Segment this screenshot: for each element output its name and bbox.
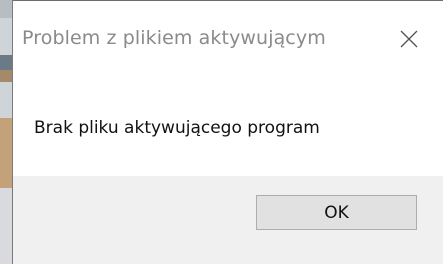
dialog-content: Brak pliku aktywującego program [13,75,443,175]
background-segment [0,55,12,71]
background-segment [0,118,12,188]
dialog-titlebar[interactable]: Problem z plikiem aktywującym [13,1,443,75]
ok-button[interactable]: OK [256,195,417,230]
dialog-title: Problem z plikiem aktywującym [22,27,326,49]
message-dialog: Problem z plikiem aktywującym Brak pliku… [12,0,443,264]
dialog-message: Brak pliku aktywującego program [34,118,320,138]
dialog-footer: OK [13,176,443,264]
background-segment [0,188,12,264]
close-icon [400,30,418,48]
screen: Problem z plikiem aktywującym Brak pliku… [0,0,443,264]
background-segment [0,0,12,18]
background-window-edge [0,0,12,264]
close-button[interactable] [389,19,429,59]
background-segment [0,70,12,82]
